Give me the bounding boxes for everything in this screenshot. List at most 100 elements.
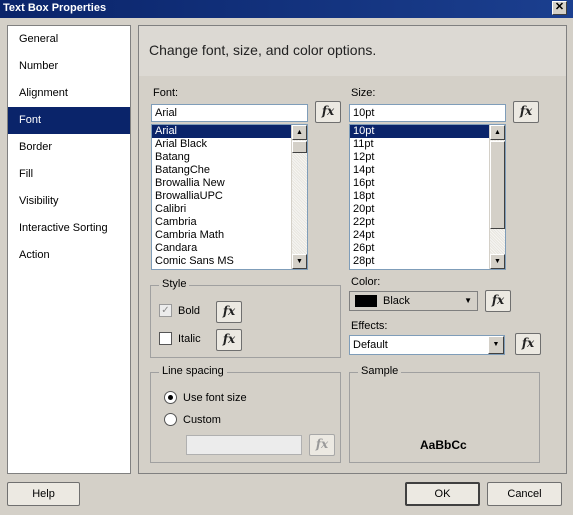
sidebar-item-label: Font — [19, 114, 42, 126]
size-list-item[interactable]: 11pt — [350, 138, 505, 151]
size-list-item[interactable]: 12pt — [350, 151, 505, 164]
custom-label: Custom — [183, 414, 221, 426]
help-button[interactable]: Help — [7, 482, 80, 506]
italic-expression-button[interactable]: fx — [216, 329, 242, 351]
sidebar-item-label: Number — [19, 60, 59, 72]
sidebar-item-number[interactable]: Number — [8, 53, 130, 80]
font-list-item[interactable]: Batang — [152, 151, 307, 164]
scroll-thumb[interactable] — [490, 141, 505, 229]
sidebar-item-interactive-sorting[interactable]: Interactive Sorting — [8, 215, 130, 242]
sidebar-item-action[interactable]: Action — [8, 242, 130, 269]
fx-icon: fx — [315, 437, 329, 451]
custom-spacing-input[interactable] — [186, 435, 302, 455]
scroll-thumb[interactable] — [292, 141, 307, 153]
style-group: Style ✓ Bold fx Italic fx — [150, 278, 341, 358]
size-list-item[interactable]: 16pt — [350, 177, 505, 190]
size-list-item[interactable]: 10pt — [350, 125, 505, 138]
sidebar-item-label: Alignment — [19, 87, 68, 99]
fx-icon: fx — [321, 104, 335, 118]
sample-group-label: Sample — [358, 365, 402, 377]
font-list-scrollbar[interactable]: ▲ ▼ — [291, 125, 307, 269]
size-list-item[interactable]: 14pt — [350, 164, 505, 177]
effects-expression-button[interactable]: fx — [515, 333, 541, 355]
bold-checkbox[interactable]: ✓ — [159, 304, 172, 317]
ok-button[interactable]: OK — [405, 482, 480, 506]
font-list-item[interactable]: Arial — [152, 125, 307, 138]
use-font-size-radio[interactable] — [164, 391, 177, 404]
custom-radio[interactable] — [164, 413, 177, 426]
color-swatch — [355, 295, 377, 307]
size-label: Size: — [351, 87, 376, 99]
sample-group: Sample AaBbCc — [349, 365, 540, 463]
scroll-down-icon[interactable]: ▼ — [292, 254, 307, 269]
sidebar-item-label: Border — [19, 141, 53, 153]
header-band: Change font, size, and color options. — [139, 26, 566, 76]
color-label: Color: — [351, 276, 381, 288]
scroll-up-icon[interactable]: ▲ — [490, 125, 505, 140]
fx-icon: fx — [491, 293, 505, 307]
sidebar-item-font[interactable]: Font — [8, 107, 130, 134]
sample-text: AaBbCc — [420, 438, 467, 452]
bold-expression-button[interactable]: fx — [216, 301, 242, 323]
size-list[interactable]: 10pt 11pt 12pt 14pt 16pt 18pt 20pt 22pt … — [349, 124, 506, 270]
line-spacing-group: Line spacing Use font size Custom fx — [150, 365, 341, 463]
font-list[interactable]: Arial Arial Black Batang BatangChe Browa… — [151, 124, 308, 270]
page-heading: Change font, size, and color options. — [149, 42, 377, 58]
size-list-item[interactable]: 28pt — [350, 255, 505, 268]
italic-label: Italic — [178, 333, 201, 345]
cancel-button[interactable]: Cancel — [487, 482, 562, 506]
sidebar: General Number Alignment Font Border Fil… — [7, 25, 131, 474]
font-list-item[interactable]: Arial Black — [152, 138, 307, 151]
size-expression-button[interactable]: fx — [513, 101, 539, 123]
sidebar-item-label: Action — [19, 249, 50, 261]
title-bar: Text Box Properties ✕ — [0, 0, 573, 18]
line-spacing-group-label: Line spacing — [159, 365, 227, 377]
sidebar-item-fill[interactable]: Fill — [8, 161, 130, 188]
color-value: Black — [383, 295, 410, 307]
font-expression-button[interactable]: fx — [315, 101, 341, 123]
style-group-label: Style — [159, 278, 190, 290]
chevron-down-icon[interactable]: ▼ — [488, 336, 504, 354]
sidebar-item-label: Visibility — [19, 195, 59, 207]
sidebar-item-label: General — [19, 33, 59, 45]
font-list-item[interactable]: Cambria — [152, 216, 307, 229]
size-input[interactable]: 10pt — [349, 104, 506, 122]
color-dropdown[interactable]: Black ▼ — [349, 291, 478, 311]
effects-value: Default — [353, 339, 388, 351]
size-list-item[interactable]: 24pt — [350, 229, 505, 242]
sidebar-item-general[interactable]: General — [8, 26, 130, 53]
bold-label: Bold — [178, 305, 201, 317]
chevron-down-icon: ▼ — [464, 296, 472, 305]
scroll-up-icon[interactable]: ▲ — [292, 125, 307, 140]
sidebar-item-alignment[interactable]: Alignment — [8, 80, 130, 107]
sidebar-item-label: Interactive Sorting — [19, 222, 108, 234]
font-list-item[interactable]: Comic Sans MS — [152, 255, 307, 268]
sidebar-item-border[interactable]: Border — [8, 134, 130, 161]
fx-icon: fx — [521, 336, 535, 350]
close-button[interactable]: ✕ — [552, 1, 567, 15]
size-list-scrollbar[interactable]: ▲ ▼ — [489, 125, 505, 269]
content-panel: Change font, size, and color options. Fo… — [138, 25, 567, 474]
sidebar-item-label: Fill — [19, 168, 34, 180]
font-list-item[interactable]: BatangChe — [152, 164, 307, 177]
font-input[interactable]: Arial — [151, 104, 308, 122]
italic-checkbox[interactable] — [159, 332, 172, 345]
font-list-item[interactable]: BrowalliaUPC — [152, 190, 307, 203]
size-list-item[interactable]: 18pt — [350, 190, 505, 203]
scroll-down-icon[interactable]: ▼ — [490, 254, 505, 269]
font-list-item[interactable]: Calibri — [152, 203, 307, 216]
sidebar-item-visibility[interactable]: Visibility — [8, 188, 130, 215]
fx-icon: fx — [222, 332, 236, 346]
effects-dropdown[interactable]: Default ▼ — [349, 335, 505, 355]
size-list-item[interactable]: 26pt — [350, 242, 505, 255]
line-spacing-expression-button[interactable]: fx — [309, 434, 335, 456]
font-list-item[interactable]: Browallia New — [152, 177, 307, 190]
font-list-item[interactable]: Cambria Math — [152, 229, 307, 242]
color-expression-button[interactable]: fx — [485, 290, 511, 312]
size-list-item[interactable]: 20pt — [350, 203, 505, 216]
font-label: Font: — [153, 87, 179, 99]
fx-icon: fx — [222, 304, 236, 318]
size-list-item[interactable]: 22pt — [350, 216, 505, 229]
check-icon: ✓ — [161, 305, 170, 316]
font-list-item[interactable]: Candara — [152, 242, 307, 255]
